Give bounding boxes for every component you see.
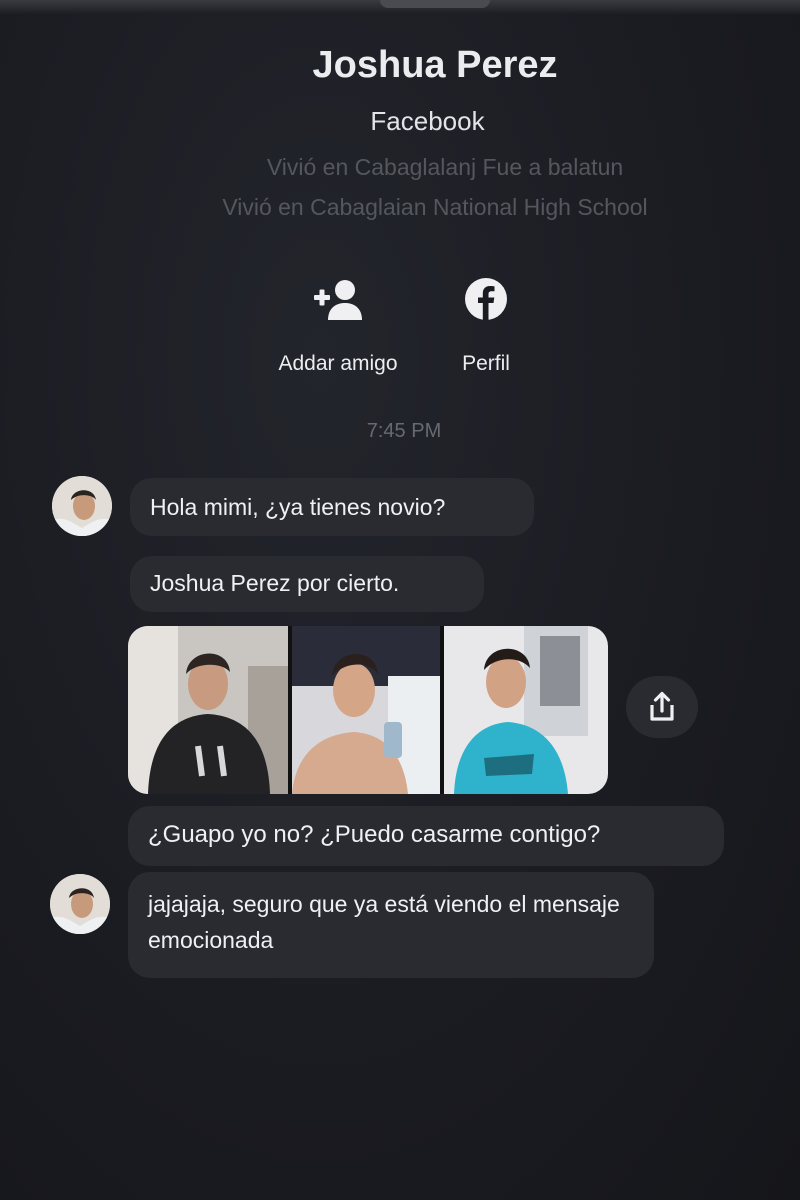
contact-lived-info-2: Vivió en Cabaglaian National High School xyxy=(222,194,648,220)
message-bubble[interactable]: Joshua Perez por cierto. xyxy=(130,556,484,612)
profile-label: Perfil xyxy=(462,352,510,375)
avatar-photo xyxy=(52,476,112,536)
avatar-photo xyxy=(50,874,110,934)
add-friend-button[interactable]: Addar amigo xyxy=(258,278,418,376)
add-friend-label: Addar amigo xyxy=(278,352,398,375)
photo-attachment[interactable] xyxy=(292,626,440,794)
chat-screen: Joshua Perez Facebook Vivió en Cabaglala… xyxy=(0,0,800,1200)
contact-name: Joshua Perez xyxy=(312,44,558,86)
photo-attachment[interactable] xyxy=(128,626,288,794)
photo-attachment[interactable] xyxy=(444,626,608,794)
message-bubble[interactable]: Hola mimi, ¿ya tienes novio? xyxy=(130,478,534,536)
phone-notch xyxy=(380,0,490,8)
avatar[interactable] xyxy=(50,874,110,934)
add-person-icon xyxy=(314,280,362,320)
contact-lived-info-1: Vivió en Cabaglalanj Fue a balatun xyxy=(266,154,624,180)
message-bubble[interactable]: ¿Guapo yo no? ¿Puedo casarme contigo? xyxy=(128,806,724,866)
facebook-icon xyxy=(465,278,507,320)
contact-source: Facebook xyxy=(370,106,485,136)
share-icon xyxy=(650,691,674,721)
avatar[interactable] xyxy=(52,476,112,536)
message-bubble[interactable]: jajajaja, seguro que ya está viendo el m… xyxy=(128,872,654,978)
message-timestamp: 7:45 PM xyxy=(366,420,442,442)
photo-attachments[interactable] xyxy=(128,626,608,794)
profile-button[interactable]: Perfil xyxy=(406,276,566,376)
share-button[interactable] xyxy=(626,676,698,738)
